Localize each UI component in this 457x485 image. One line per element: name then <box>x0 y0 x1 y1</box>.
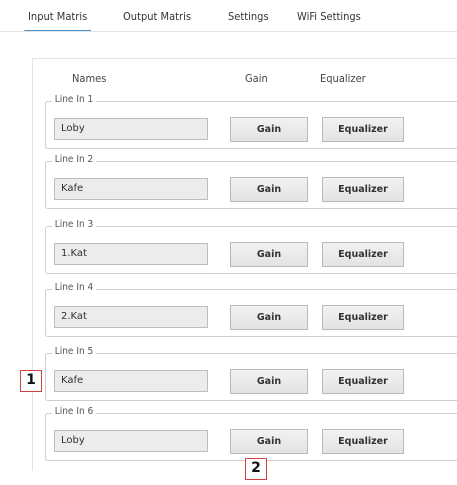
names-header: Names <box>72 72 107 85</box>
tab-input-matris[interactable]: Input Matris <box>24 10 91 32</box>
gain-button[interactable]: Gain <box>230 242 308 267</box>
tab-wifi-settings[interactable]: WiFi Settings <box>297 10 361 23</box>
line-name-field[interactable]: 1.Kat <box>54 243 208 265</box>
equalizer-button[interactable]: Equalizer <box>322 429 404 454</box>
line-name-field[interactable]: Kafe <box>54 370 208 392</box>
line-in-group: Line In 5 Kafe Gain Equalizer <box>45 346 457 401</box>
gain-button[interactable]: Gain <box>230 117 308 142</box>
line-in-label: Line In 1 <box>52 94 96 105</box>
callout-marker-2: 2 <box>245 458 267 480</box>
equalizer-header: Equalizer <box>320 72 366 85</box>
line-in-label: Line In 6 <box>52 406 96 417</box>
equalizer-button[interactable]: Equalizer <box>322 305 404 330</box>
tab-output-matris[interactable]: Output Matris <box>123 10 191 23</box>
line-in-label: Line In 5 <box>52 346 96 357</box>
line-name-field[interactable]: Loby <box>54 118 208 140</box>
callout-marker-1: 1 <box>20 370 42 392</box>
line-in-group: Line In 2 Kafe Gain Equalizer <box>45 154 457 209</box>
gain-button[interactable]: Gain <box>230 369 308 394</box>
line-in-label: Line In 2 <box>52 154 96 165</box>
tab-settings[interactable]: Settings <box>228 10 269 23</box>
equalizer-button[interactable]: Equalizer <box>322 117 404 142</box>
line-in-group: Line In 4 2.Kat Gain Equalizer <box>45 282 457 337</box>
equalizer-button[interactable]: Equalizer <box>322 369 404 394</box>
line-in-group: Line In 6 Loby Gain Equalizer <box>45 406 457 461</box>
line-in-group: Line In 1 Loby Gain Equalizer <box>45 94 457 149</box>
gain-header: Gain <box>245 72 268 85</box>
line-in-label: Line In 3 <box>52 219 96 230</box>
line-in-group: Line In 3 1.Kat Gain Equalizer <box>45 219 457 274</box>
line-name-field[interactable]: Loby <box>54 430 208 452</box>
line-name-field[interactable]: 2.Kat <box>54 306 208 328</box>
gain-button[interactable]: Gain <box>230 429 308 454</box>
tab-divider <box>0 31 457 32</box>
gain-button[interactable]: Gain <box>230 177 308 202</box>
tab-bar: Input Matris Output Matris Settings WiFi… <box>0 0 457 34</box>
equalizer-button[interactable]: Equalizer <box>322 242 404 267</box>
equalizer-button[interactable]: Equalizer <box>322 177 404 202</box>
line-name-field[interactable]: Kafe <box>54 178 208 200</box>
gain-button[interactable]: Gain <box>230 305 308 330</box>
line-in-label: Line In 4 <box>52 282 96 293</box>
